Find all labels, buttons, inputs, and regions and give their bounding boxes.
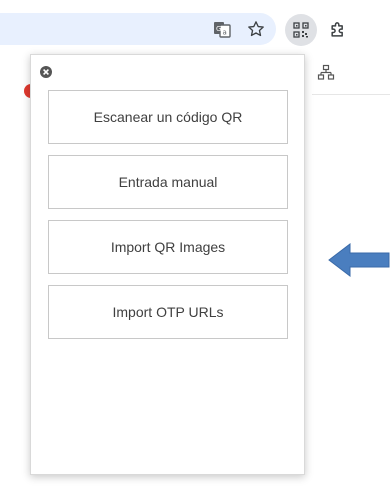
star-icon[interactable] — [243, 16, 269, 42]
svg-text:G: G — [216, 25, 221, 33]
qr-extension-icon[interactable] — [285, 14, 317, 46]
puzzle-icon[interactable] — [322, 14, 354, 46]
page-divider — [312, 94, 390, 95]
sitemap-icon[interactable] — [317, 64, 335, 82]
extension-popup: Escanear un código QR Entrada manual Imp… — [30, 54, 305, 475]
translate-icon[interactable]: G a — [209, 16, 235, 42]
svg-text:a: a — [223, 29, 227, 37]
manual-entry-button[interactable]: Entrada manual — [48, 155, 288, 209]
close-icon[interactable] — [39, 65, 53, 79]
import-qr-images-button[interactable]: Import QR Images — [48, 220, 288, 274]
browser-toolbar: G a — [0, 0, 390, 47]
pointer-arrow-icon — [328, 243, 390, 277]
scan-qr-button[interactable]: Escanear un código QR — [48, 90, 288, 144]
import-otp-urls-button[interactable]: Import OTP URLs — [48, 285, 288, 339]
